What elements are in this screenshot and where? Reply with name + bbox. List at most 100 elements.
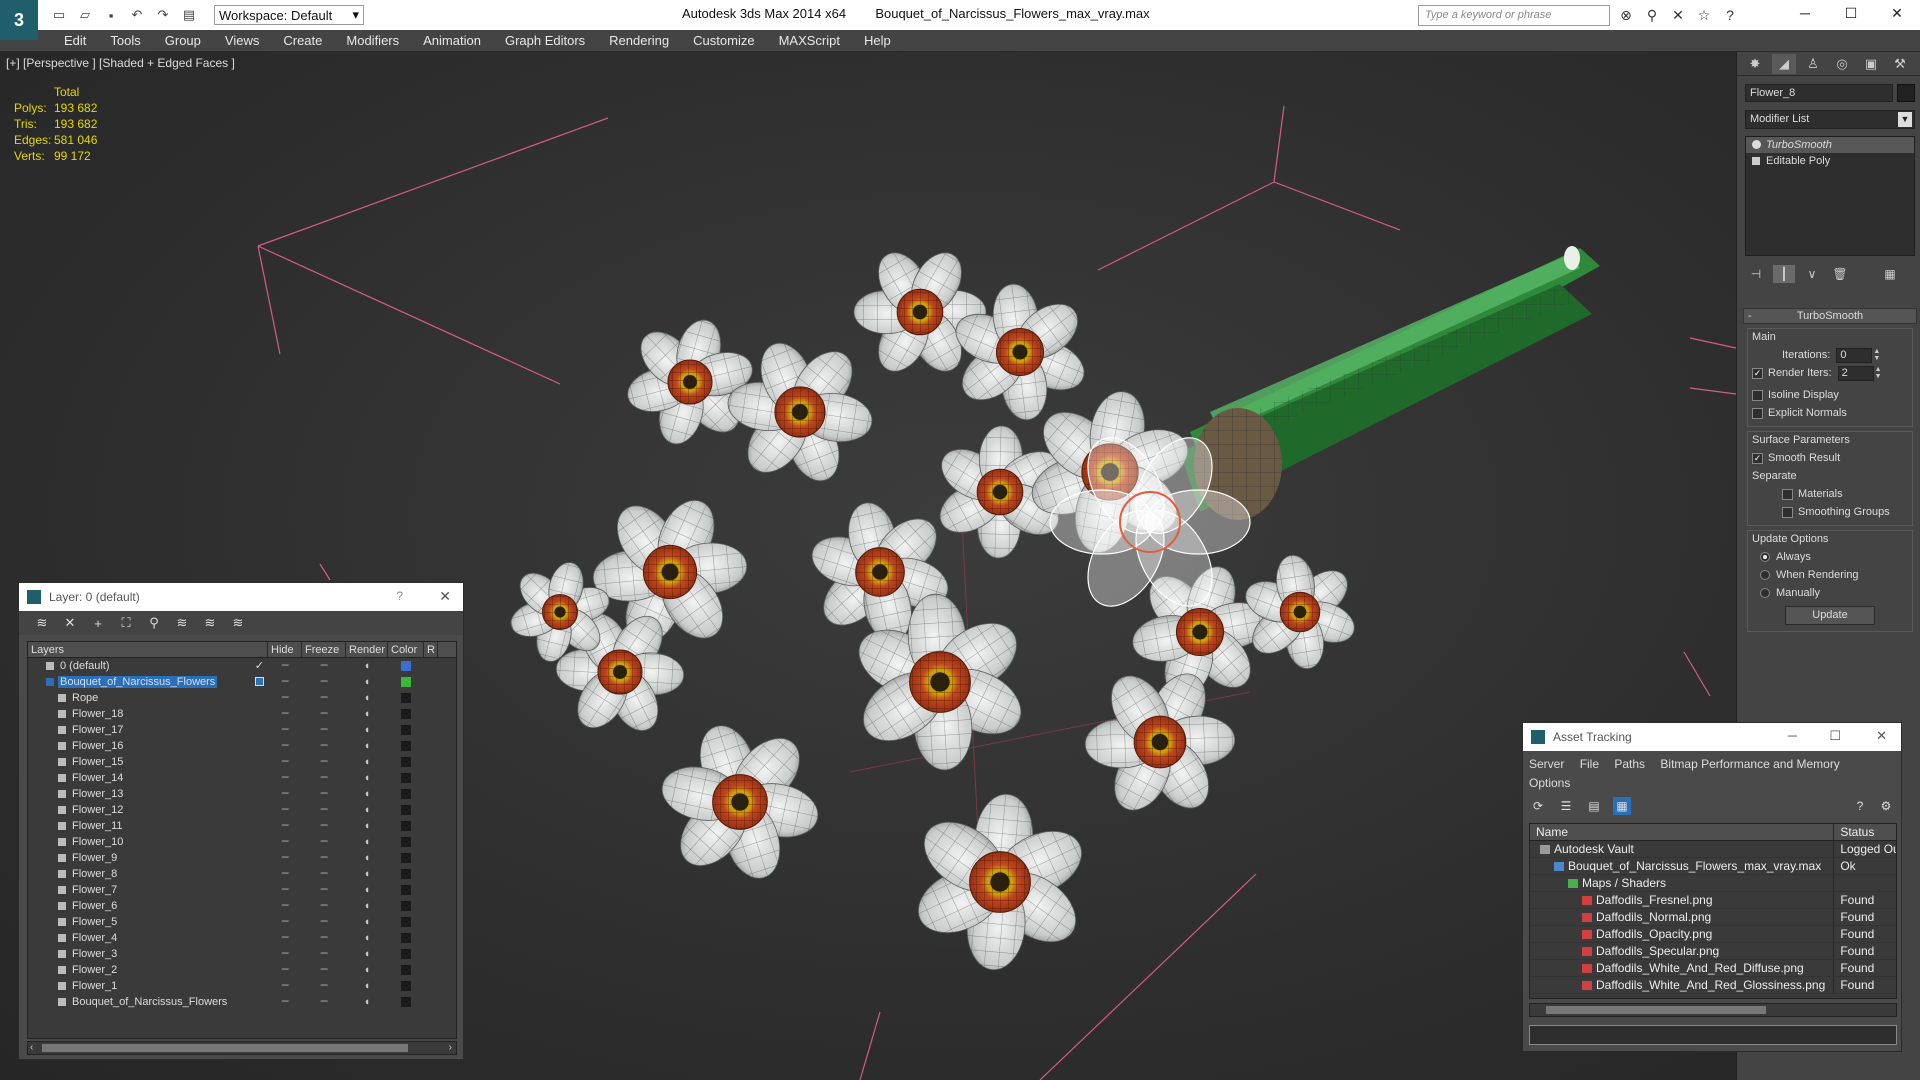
asset-name-cell[interactable]: Daffodils_Specular.png — [1530, 943, 1835, 959]
column-name[interactable]: Name — [1530, 824, 1835, 840]
active-layer-check-icon[interactable]: ✓ — [255, 658, 264, 674]
layer-row[interactable]: Rope ━ ━ ◖ — [28, 690, 456, 706]
render-teapot-icon[interactable]: ◖ — [346, 946, 388, 962]
menu-maxscript[interactable]: MAXScript — [767, 30, 852, 52]
pin-stack-icon[interactable]: ⊣ — [1745, 265, 1767, 283]
freeze-toggle[interactable]: ━ — [302, 994, 346, 1010]
hide-toggle[interactable]: ━ — [268, 658, 302, 674]
configure-sets-icon[interactable]: ▦ — [1879, 265, 1901, 283]
hide-toggle[interactable]: ━ — [268, 914, 302, 930]
layer-row[interactable]: Flower_15 ━ ━ ◖ — [28, 754, 456, 770]
flower-head[interactable] — [1084, 664, 1236, 819]
asset-name-cell[interactable]: Maps / Shaders — [1530, 875, 1835, 891]
hide-all-layers-icon[interactable]: ≋ — [173, 614, 191, 632]
asset-row[interactable]: Bouquet_of_Narcissus_Flowers_max_vray.ma… — [1530, 858, 1896, 875]
layer-row[interactable]: Flower_3 ━ ━ ◖ — [28, 946, 456, 962]
make-unique-icon[interactable]: ∨ — [1801, 265, 1823, 283]
asset-name-cell[interactable]: Daffodils_Fresnel.png — [1530, 892, 1835, 908]
render-teapot-icon[interactable]: ◖ — [346, 706, 388, 722]
render-teapot-icon[interactable]: ◖ — [346, 914, 388, 930]
layer-row[interactable]: Flower_10 ━ ━ ◖ — [28, 834, 456, 850]
layer-name-cell[interactable]: Flower_15 — [28, 754, 268, 770]
render-teapot-icon[interactable]: ◖ — [346, 674, 388, 690]
hide-toggle[interactable]: ━ — [268, 834, 302, 850]
binoculars-icon[interactable]: ⊗ — [1616, 5, 1636, 25]
hide-toggle[interactable]: ━ — [268, 770, 302, 786]
asset-row[interactable]: Daffodils_Fresnel.png Found — [1530, 892, 1896, 909]
hide-toggle[interactable]: ━ — [268, 754, 302, 770]
save-file-icon[interactable]: ▪ — [100, 5, 122, 25]
render-iters-spinner[interactable]: 2 — [1837, 365, 1874, 381]
layer-name-cell[interactable]: Flower_3 — [28, 946, 268, 962]
render-teapot-icon[interactable]: ◖ — [346, 802, 388, 818]
asset-row[interactable]: Maps / Shaders — [1530, 875, 1896, 892]
render-teapot-icon[interactable]: ◖ — [346, 770, 388, 786]
column-status[interactable]: Status — [1834, 824, 1896, 840]
layer-name-cell[interactable]: Flower_9 — [28, 850, 268, 866]
asset-tracking-titlebar[interactable]: Asset Tracking ─ ☐ ✕ — [1523, 723, 1901, 751]
layer-row[interactable]: Flower_16 ━ ━ ◖ — [28, 738, 456, 754]
hide-toggle[interactable]: ━ — [268, 978, 302, 994]
motion-tab-icon[interactable]: ◎ — [1830, 54, 1854, 74]
layer-name-cell[interactable]: Flower_13 — [28, 786, 268, 802]
select-objects-icon[interactable]: ⛶ — [117, 614, 135, 632]
list-view-icon[interactable]: ☰ — [1557, 797, 1575, 815]
flower-head[interactable] — [623, 315, 757, 449]
freeze-toggle[interactable]: ━ — [302, 850, 346, 866]
modify-tab-icon[interactable]: ◢ — [1772, 53, 1796, 74]
freeze-toggle[interactable]: ━ — [302, 706, 346, 722]
layer-row[interactable]: Flower_18 ━ ━ ◖ — [28, 706, 456, 722]
close-icon[interactable]: ✕ — [1874, 0, 1920, 26]
subscription-icon[interactable]: ⚲ — [1642, 5, 1662, 25]
isoline-checkbox[interactable] — [1752, 389, 1763, 401]
workspace-dropdown[interactable]: Workspace: Default ▾ — [214, 5, 364, 25]
layer-name-cell[interactable]: 0 (default) ✓ — [28, 658, 268, 674]
layer-color-swatch[interactable] — [388, 834, 424, 850]
layer-color-swatch[interactable] — [388, 706, 424, 722]
layer-color-swatch[interactable] — [388, 818, 424, 834]
render-teapot-icon[interactable]: ◖ — [346, 690, 388, 706]
layer-properties-icon[interactable]: ≋ — [229, 614, 247, 632]
layer-row[interactable]: Flower_7 ━ ━ ◖ — [28, 882, 456, 898]
layer-color-swatch[interactable] — [388, 802, 424, 818]
layer-color-swatch[interactable] — [388, 882, 424, 898]
render-teapot-icon[interactable]: ◖ — [346, 994, 388, 1010]
object-color-swatch[interactable] — [1897, 84, 1915, 102]
app-logo-icon[interactable]: 3 — [0, 0, 38, 40]
freeze-toggle[interactable]: ━ — [302, 930, 346, 946]
render-teapot-icon[interactable]: ◖ — [346, 738, 388, 754]
hide-toggle[interactable]: ━ — [268, 706, 302, 722]
layer-row[interactable]: Flower_17 ━ ━ ◖ — [28, 722, 456, 738]
always-radio[interactable] — [1760, 552, 1770, 562]
freeze-toggle[interactable]: ━ — [302, 770, 346, 786]
layer-name-cell[interactable]: Flower_17 — [28, 722, 268, 738]
spinner-arrows-icon[interactable]: ▲ ▼ — [1873, 348, 1881, 363]
layer-name-cell[interactable]: Flower_14 — [28, 770, 268, 786]
layer-color-swatch[interactable] — [388, 738, 424, 754]
column-r[interactable]: R — [424, 642, 438, 657]
asset-name-cell[interactable]: Bouquet_of_Narcissus_Flowers_max_vray.ma… — [1530, 858, 1835, 874]
explicit-normals-checkbox[interactable] — [1752, 407, 1763, 419]
asset-row[interactable]: Daffodils_White_And_Red_Diffuse.png Found — [1530, 960, 1896, 977]
freeze-toggle[interactable]: ━ — [302, 914, 346, 930]
layer-explorer-titlebar[interactable]: Layer: 0 (default) ? ✕ — [19, 583, 463, 611]
rollout-header[interactable]: - TurboSmooth — [1743, 308, 1917, 324]
highlight-layer-icon[interactable]: ⚲ — [145, 614, 163, 632]
hierarchy-tab-icon[interactable]: ♙ — [1801, 54, 1825, 74]
viewport-label[interactable]: [+] [Perspective ] [Shaded + Edged Faces… — [6, 56, 235, 70]
help-icon[interactable]: ? — [396, 589, 403, 603]
menu-rendering[interactable]: Rendering — [597, 30, 681, 52]
current-layer-box-icon[interactable] — [255, 677, 264, 686]
menu-file[interactable]: File — [1580, 757, 1599, 771]
menu-customize[interactable]: Customize — [681, 30, 766, 52]
smoothing-groups-checkbox[interactable] — [1782, 506, 1793, 518]
new-file-icon[interactable]: ▭ — [48, 5, 70, 25]
thumbnail-view-icon[interactable]: ▤ — [1585, 797, 1603, 815]
layer-color-swatch[interactable] — [388, 994, 424, 1010]
layer-color-swatch[interactable] — [388, 674, 424, 690]
layer-color-swatch[interactable] — [388, 754, 424, 770]
render-teapot-icon[interactable]: ◖ — [346, 978, 388, 994]
render-teapot-icon[interactable]: ◖ — [346, 722, 388, 738]
create-tab-icon[interactable]: ✸ — [1743, 54, 1767, 74]
render-teapot-icon[interactable]: ◖ — [346, 658, 388, 674]
